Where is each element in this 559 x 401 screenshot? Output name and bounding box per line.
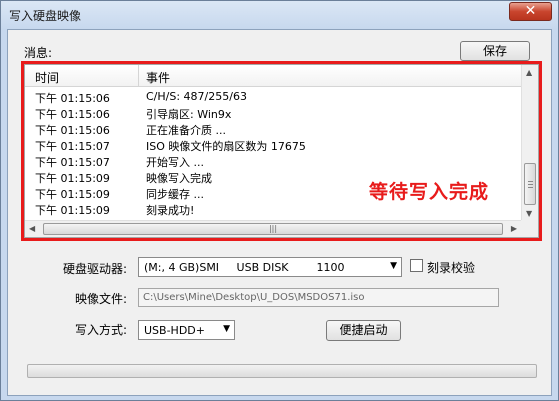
column-header-time[interactable]: 时间 xyxy=(35,69,59,86)
close-button[interactable]: ✕ xyxy=(509,2,552,21)
write-disk-image-window: 写入硬盘映像 ✕ 消息: 保存 时间 事件 下午 01:15:06 C/H/S: … xyxy=(0,0,559,401)
verify-label[interactable]: 刻录校验 xyxy=(427,259,475,276)
vertical-scrollbar[interactable]: ▲ ▼ xyxy=(521,65,538,221)
quick-boot-button[interactable]: 便捷启动 xyxy=(326,320,401,341)
grip-line xyxy=(528,187,533,188)
log-row[interactable]: 下午 01:15:06 正在准备介质 ... xyxy=(25,121,521,137)
save-button[interactable]: 保存 xyxy=(460,41,530,61)
horizontal-scrollbar[interactable]: ◀ ||| ▶ xyxy=(25,220,521,237)
log-time: 下午 01:15:09 xyxy=(35,172,110,185)
log-list[interactable]: 时间 事件 下午 01:15:06 C/H/S: 487/255/63 下午 01… xyxy=(24,64,539,238)
message-label: 消息: xyxy=(24,46,53,60)
log-time: 下午 01:15:06 xyxy=(35,92,110,105)
log-row[interactable]: 下午 01:15:06 引导扇区: Win9x xyxy=(25,105,521,121)
drive-label: 硬盘驱动器: xyxy=(63,262,128,276)
image-file-label: 映像文件: xyxy=(75,292,128,306)
grip-line xyxy=(528,181,533,182)
chevron-down-icon[interactable]: ▼ xyxy=(390,261,397,271)
window-title: 写入硬盘映像 xyxy=(9,9,82,23)
log-row[interactable]: 下午 01:15:07 开始写入 ... xyxy=(25,153,521,169)
write-method-select[interactable]: USB-HDD+ ▼ xyxy=(138,320,235,340)
log-time: 下午 01:15:07 xyxy=(35,140,110,153)
scroll-down-icon[interactable]: ▼ xyxy=(526,209,532,218)
column-header-event[interactable]: 事件 xyxy=(146,69,170,86)
log-time: 下午 01:15:07 xyxy=(35,156,110,169)
log-header: 时间 事件 xyxy=(25,65,521,87)
column-divider[interactable] xyxy=(138,65,139,87)
log-event: 同步缓存 ... xyxy=(146,188,204,201)
scroll-up-icon[interactable]: ▲ xyxy=(526,68,532,77)
wait-annotation: 等待写入完成 xyxy=(369,181,490,203)
write-method-label: 写入方式: xyxy=(75,323,128,337)
write-method-value: USB-HDD+ xyxy=(144,324,205,337)
log-event: 刻录成功! xyxy=(146,204,195,217)
grip-line xyxy=(528,184,533,185)
log-time: 下午 01:15:06 xyxy=(35,108,110,121)
log-event: C/H/S: 487/255/63 xyxy=(146,90,247,103)
drive-select-value: (M:, 4 GB)SMI USB DISK 1100 xyxy=(144,261,345,274)
scrollbar-corner xyxy=(521,220,538,237)
log-row[interactable]: 下午 01:15:07 ISO 映像文件的扇区数为 17675 xyxy=(25,137,521,153)
log-time: 下午 01:15:06 xyxy=(35,124,110,137)
log-event: ISO 映像文件的扇区数为 17675 xyxy=(146,140,306,153)
scroll-right-icon[interactable]: ▶ xyxy=(511,224,517,233)
scroll-left-icon[interactable]: ◀ xyxy=(29,224,35,233)
dialog-body: 消息: 保存 时间 事件 下午 01:15:06 C/H/S: 487/255/6… xyxy=(7,29,552,396)
log-event: 映像写入完成 xyxy=(146,172,212,185)
log-event: 开始写入 ... xyxy=(146,156,204,169)
log-event: 正在准备介质 ... xyxy=(146,124,226,137)
title-bar[interactable]: 写入硬盘映像 ✕ xyxy=(1,1,558,29)
close-icon: ✕ xyxy=(524,3,537,19)
verify-checkbox[interactable] xyxy=(410,259,423,272)
image-file-field[interactable]: C:\Users\Mine\Desktop\U_DOS\MSDOS71.iso xyxy=(138,288,499,307)
drive-select[interactable]: (M:, 4 GB)SMI USB DISK 1100 ▼ xyxy=(138,257,402,277)
log-row[interactable]: 下午 01:15:06 C/H/S: 487/255/63 xyxy=(25,89,521,105)
log-event: 引导扇区: Win9x xyxy=(146,108,232,121)
write-progress-bar xyxy=(27,364,537,378)
chevron-down-icon[interactable]: ▼ xyxy=(223,324,230,334)
vertical-scroll-thumb[interactable] xyxy=(524,163,536,205)
image-file-value: C:\Users\Mine\Desktop\U_DOS\MSDOS71.iso xyxy=(143,292,365,303)
log-time: 下午 01:15:09 xyxy=(35,204,110,217)
horizontal-scroll-thumb[interactable]: ||| xyxy=(43,223,503,235)
log-time: 下午 01:15:09 xyxy=(35,188,110,201)
